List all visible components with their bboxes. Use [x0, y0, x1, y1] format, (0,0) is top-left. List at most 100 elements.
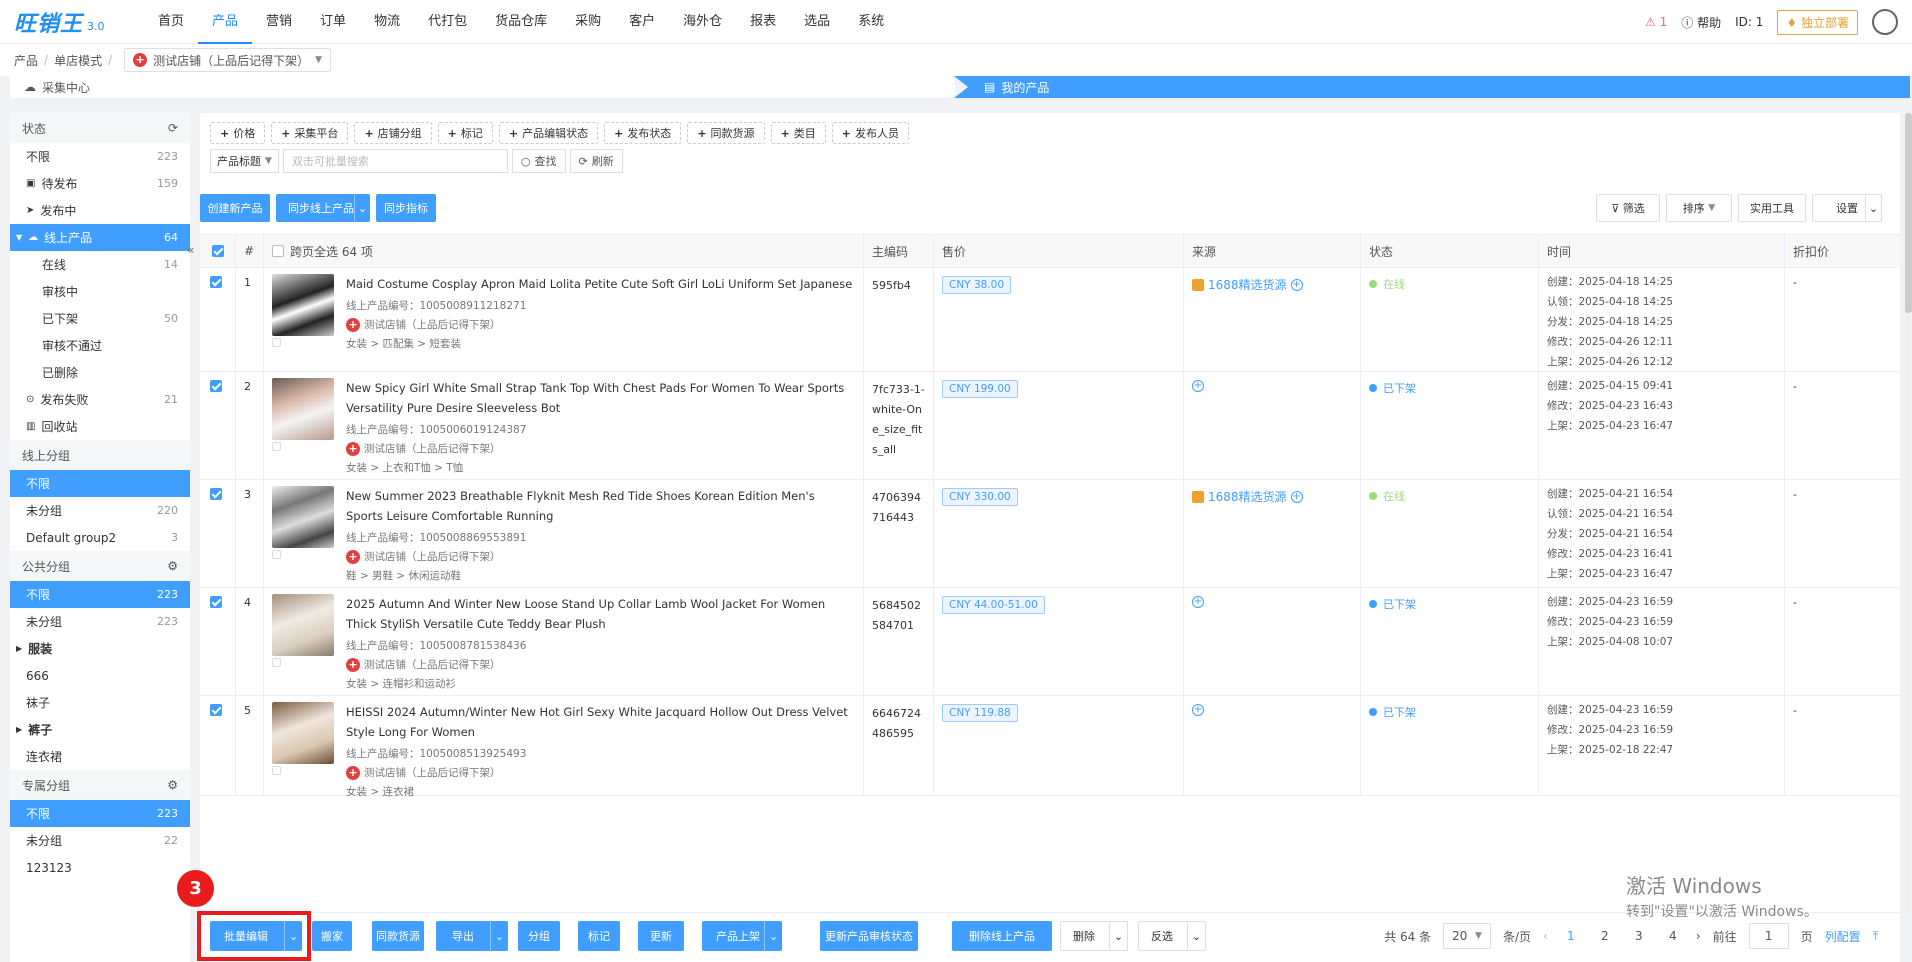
chevron-down-icon[interactable]: ⌄: [1865, 195, 1881, 221]
nav-item[interactable]: 产品: [198, 0, 253, 44]
nav-item[interactable]: 客户: [615, 0, 669, 44]
refresh-icon[interactable]: ⟳: [168, 121, 178, 135]
sidebar-item[interactable]: ⊙ 发布失败 21: [10, 386, 190, 413]
product-title[interactable]: Maid Costume Cosplay Apron Maid Lolita P…: [346, 274, 855, 294]
product-thumbnail[interactable]: [272, 486, 334, 548]
add-source-icon[interactable]: +: [1192, 704, 1204, 716]
gear-icon[interactable]: ⚙: [167, 778, 178, 792]
sidebar-item[interactable]: ▶ 裤子: [10, 716, 190, 743]
table-row[interactable]: 5 HEISSI 2024 Autumn/Winter New Hot Girl …: [200, 696, 1900, 798]
table-row[interactable]: 2 New Spicy Girl White Small Strap Tank T…: [200, 372, 1900, 480]
source-link[interactable]: 1688精选货源: [1208, 276, 1287, 293]
invert-select-button[interactable]: 反选 ⌄: [1138, 921, 1206, 951]
column-config-link[interactable]: 列配置: [1825, 928, 1861, 945]
nav-item[interactable]: 海外仓: [669, 0, 736, 44]
gear-icon[interactable]: ⚙: [167, 559, 178, 573]
chevron-down-icon[interactable]: ⌄: [354, 194, 370, 222]
price-tag[interactable]: CNY 119.88: [942, 704, 1018, 722]
move-button[interactable]: 搬家: [312, 921, 352, 951]
checkbox-checked-icon[interactable]: [209, 704, 222, 716]
checkbox-checked-icon[interactable]: [209, 380, 222, 392]
row-checkbox-cell[interactable]: [200, 268, 236, 371]
same-source-button[interactable]: 同款货源: [372, 921, 424, 951]
caret-icon[interactable]: ▼: [16, 233, 22, 242]
price-tag[interactable]: CNY 199.00: [942, 380, 1018, 398]
row-checkbox-cell[interactable]: [200, 480, 236, 587]
add-source-icon[interactable]: +: [1290, 490, 1303, 503]
chevron-down-icon[interactable]: ⌄: [764, 921, 782, 951]
page-2[interactable]: 2: [1594, 929, 1616, 943]
settings-button[interactable]: 设置 ⌄: [1812, 194, 1882, 222]
table-row[interactable]: 3 New Summer 2023 Breathable Flyknit Mesh…: [200, 480, 1900, 588]
sidebar-item[interactable]: 123123: [10, 854, 190, 881]
table-row[interactable]: 1 Maid Costume Cosplay Apron Maid Lolita …: [200, 268, 1900, 372]
nav-item[interactable]: 货品仓库: [481, 0, 561, 44]
caret-icon[interactable]: ▶: [16, 725, 22, 734]
sidebar-item[interactable]: 袜子: [10, 689, 190, 716]
sidebar-item[interactable]: 未分组 22: [10, 827, 190, 854]
page-4[interactable]: 4: [1662, 929, 1684, 943]
nav-item[interactable]: 代打包: [414, 0, 481, 44]
per-page-select[interactable]: 20 ▼: [1443, 923, 1491, 949]
sidebar-item[interactable]: 审核中: [10, 278, 190, 305]
caret-icon[interactable]: ▶: [16, 644, 22, 653]
chevron-down-icon[interactable]: ⌄: [1109, 922, 1127, 950]
table-row[interactable]: 4 2025 Autumn And Winter New Loose Stand …: [200, 588, 1900, 696]
delete-button[interactable]: 删除 ⌄: [1060, 921, 1128, 951]
select-all-checkbox[interactable]: [200, 235, 236, 267]
create-product-button[interactable]: 创建新产品: [200, 194, 270, 222]
col-header-select-all[interactable]: 跨页全选 64 项: [264, 235, 864, 267]
product-title[interactable]: New Spicy Girl White Small Strap Tank To…: [346, 378, 855, 418]
product-title[interactable]: HEISSI 2024 Autumn/Winter New Hot Girl S…: [346, 702, 855, 742]
sidebar-item[interactable]: 不限: [10, 470, 190, 497]
nav-item[interactable]: 首页: [144, 0, 198, 44]
sidebar-item[interactable]: ▥ 回收站: [10, 413, 190, 440]
export-button[interactable]: 导出 ⌄: [436, 921, 508, 951]
add-source-icon[interactable]: +: [1192, 380, 1204, 392]
group-button[interactable]: 分组: [518, 921, 560, 951]
sidebar-item[interactable]: 审核不通过: [10, 332, 190, 359]
list-product-button[interactable]: 产品上架 ⌄: [702, 921, 782, 951]
product-title[interactable]: New Summer 2023 Breathable Flyknit Mesh …: [346, 486, 855, 526]
sidebar-item[interactable]: 未分组 220: [10, 497, 190, 524]
next-page-icon[interactable]: ›: [1696, 929, 1701, 943]
app-logo[interactable]: 旺销王 3.0: [0, 0, 130, 44]
refresh-button[interactable]: ⟳ 刷新: [569, 149, 623, 173]
checkbox-checked-icon[interactable]: [209, 276, 222, 288]
nav-item[interactable]: 营销: [252, 0, 306, 44]
update-review-status-button[interactable]: 更新产品审核状态: [820, 921, 918, 951]
filter-4-button[interactable]: + 产品编辑状态: [498, 122, 599, 144]
mark-button[interactable]: 标记: [578, 921, 620, 951]
price-tag[interactable]: CNY 330.00: [942, 488, 1018, 506]
tools-button[interactable]: 实用工具: [1738, 194, 1806, 222]
image-select-checkbox[interactable]: [272, 658, 281, 667]
image-select-checkbox[interactable]: [272, 766, 281, 775]
sync-metrics-button[interactable]: 同步指标: [376, 194, 436, 222]
breadcrumb-product[interactable]: 产品: [14, 52, 38, 69]
checkbox-checked-icon[interactable]: [209, 596, 222, 608]
delete-online-product-button[interactable]: 删除线上产品: [952, 921, 1052, 951]
sidebar-item[interactable]: 不限 223: [10, 581, 190, 608]
nav-item[interactable]: 订单: [306, 0, 360, 44]
filter-8-button[interactable]: + 发布人员: [831, 122, 909, 144]
filter-3-button[interactable]: + 标记: [437, 122, 493, 144]
search-field-select[interactable]: 产品标题 ▼: [210, 149, 279, 173]
filter-0-button[interactable]: + 价格: [210, 122, 266, 144]
sidebar-item[interactable]: 666: [10, 662, 190, 689]
page-1[interactable]: 1: [1560, 929, 1582, 943]
sidebar-item[interactable]: ▶ 服装: [10, 635, 190, 662]
breadcrumb-single-store[interactable]: 单店模式: [54, 52, 102, 69]
prev-page-icon[interactable]: ‹: [1543, 929, 1548, 943]
row-checkbox-cell[interactable]: [200, 588, 236, 695]
sidebar-item[interactable]: 不限 223: [10, 143, 190, 170]
user-avatar-icon[interactable]: [1872, 9, 1898, 35]
nav-item[interactable]: 采购: [561, 0, 615, 44]
sidebar-item[interactable]: 在线 14: [10, 251, 190, 278]
filter-button[interactable]: ⊽ 筛选: [1596, 194, 1660, 222]
search-button[interactable]: ○ 查找: [511, 149, 566, 173]
image-select-checkbox[interactable]: [272, 338, 281, 347]
chevron-down-icon[interactable]: ⌄: [490, 921, 508, 951]
add-source-icon[interactable]: +: [1192, 596, 1204, 608]
sidebar-item[interactable]: 未分组 223: [10, 608, 190, 635]
deploy-button[interactable]: ♦ 独立部署: [1777, 9, 1858, 35]
